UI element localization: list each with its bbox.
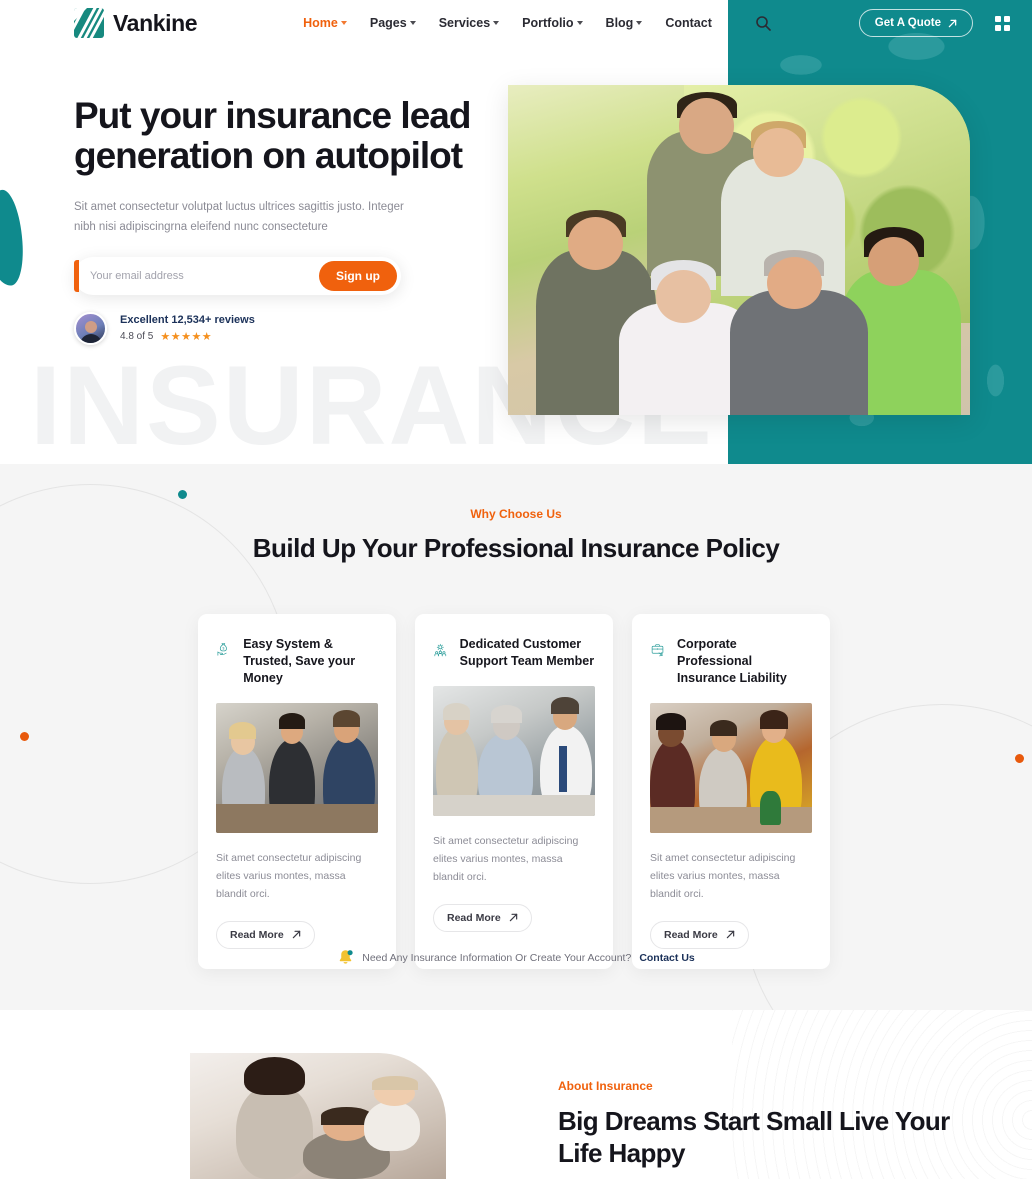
feature-cards: $ Easy System & Trusted, Save your Money — [198, 614, 830, 969]
reviewer-avatar — [74, 312, 107, 346]
read-more-label: Read More — [447, 911, 501, 924]
chevron-down-icon — [636, 21, 643, 25]
contact-us-link[interactable]: Contact Us — [639, 952, 694, 964]
nav-item-portfolio[interactable]: Portfolio — [522, 16, 583, 30]
card-header: $ Easy System & Trusted, Save your Money — [216, 636, 378, 687]
hero-content: Put your insurance lead generation on au… — [74, 95, 494, 346]
chevron-down-icon — [493, 21, 500, 25]
money-bag-hand-icon: $ — [217, 643, 227, 656]
briefcase-icon — [651, 644, 664, 657]
feature-card: Dedicated Customer Support Team Member S… — [415, 614, 613, 969]
main-navigation: Vankine Home Pages Services Portfolio Bl… — [0, 0, 1032, 46]
email-input[interactable] — [74, 270, 319, 283]
reviews-block: Excellent 12,534+ reviews 4.8 of 5 ★★★★★ — [74, 312, 494, 346]
bell-icon — [337, 948, 354, 967]
nav-item-label: Home — [303, 16, 338, 30]
signup-button[interactable]: Sign up — [319, 261, 397, 292]
page-root: INSURANCE Vankine Home Pages Services Po… — [0, 0, 1032, 1179]
card-header: Corporate Professional Insurance Liabili… — [650, 636, 812, 687]
arrow-up-right-icon — [948, 19, 957, 27]
card-image — [216, 702, 378, 833]
nav-item-pages[interactable]: Pages — [370, 16, 416, 30]
contact-notice-bar: Need Any Insurance Information Or Create… — [0, 948, 1032, 967]
nav-item-home[interactable]: Home — [303, 16, 347, 30]
nav-actions: Get A Quote — [858, 0, 1010, 46]
chevron-down-icon — [409, 21, 416, 25]
chevron-down-icon — [576, 21, 583, 25]
grid-menu-icon[interactable] — [995, 15, 1010, 31]
review-score: 4.8 of 5 — [120, 331, 154, 343]
email-signup-form: Sign up — [74, 257, 401, 296]
read-more-button[interactable]: Read More — [433, 903, 532, 932]
star-rating-icon: ★★★★★ — [160, 331, 213, 344]
nav-item-services[interactable]: Services — [438, 16, 500, 30]
chevron-down-icon — [340, 21, 347, 25]
dot-decoration — [178, 490, 187, 499]
arrow-up-right-icon — [726, 931, 734, 939]
about-eyebrow: About Insurance — [558, 1079, 653, 1093]
vankine-logo-icon — [74, 8, 104, 38]
read-more-button[interactable]: Read More — [650, 920, 749, 949]
nav-item-label: Contact — [665, 16, 712, 30]
dot-decoration — [20, 732, 29, 741]
card-title: Corporate Professional Insurance Liabili… — [677, 637, 787, 685]
arrow-up-right-icon — [292, 931, 300, 939]
read-more-button[interactable]: Read More — [216, 920, 315, 949]
nav-item-label: Services — [438, 16, 491, 30]
nav-item-contact[interactable]: Contact — [665, 16, 712, 30]
quote-button-label: Get A Quote — [874, 17, 941, 29]
card-description: Sit amet consectetur adipiscing elites v… — [433, 834, 579, 883]
about-content: About Insurance Big Dreams Start Small L… — [558, 1079, 958, 1179]
arrow-up-right-icon — [509, 914, 517, 922]
teal-leaf-decoration — [0, 188, 27, 288]
hero-family-image — [508, 85, 970, 415]
card-image — [433, 685, 595, 816]
hero-subtitle: Sit amet consectetur volutpat luctus ult… — [74, 200, 404, 234]
about-family-image — [190, 1053, 446, 1179]
nav-menu: Home Pages Services Portfolio Blog Conta… — [303, 15, 771, 31]
card-title: Easy System & Trusted, Save your Money — [243, 637, 356, 685]
brand-name: Vankine — [113, 9, 198, 36]
about-title: Big Dreams Start Small Live Your Life Ha… — [558, 1106, 950, 1169]
feature-card: $ Easy System & Trusted, Save your Money — [198, 614, 396, 969]
search-icon[interactable] — [755, 15, 771, 31]
feature-card: Corporate Professional Insurance Liabili… — [632, 614, 830, 969]
hero-title: Put your insurance lead generation on au… — [74, 95, 471, 176]
card-description: Sit amet consectetur adipiscing elites v… — [650, 851, 796, 900]
nav-item-label: Portfolio — [522, 16, 574, 30]
get-a-quote-button[interactable]: Get A Quote — [858, 9, 973, 37]
notice-text: Need Any Insurance Information Or Create… — [362, 951, 632, 964]
card-header: Dedicated Customer Support Team Member — [433, 636, 595, 670]
nav-item-label: Pages — [369, 16, 407, 30]
brand-logo[interactable]: Vankine — [74, 8, 198, 38]
review-title: Excellent 12,534+ reviews — [120, 314, 255, 327]
svg-text:$: $ — [222, 647, 224, 651]
card-description: Sit amet consectetur adipiscing elites v… — [216, 851, 362, 900]
review-rating-row: 4.8 of 5 ★★★★★ — [120, 330, 255, 343]
card-title: Dedicated Customer Support Team Member — [459, 637, 595, 668]
nav-item-label: Blog — [605, 16, 634, 30]
read-more-label: Read More — [230, 928, 284, 941]
read-more-label: Read More — [664, 928, 718, 941]
card-image — [650, 702, 812, 833]
dot-decoration — [1015, 754, 1024, 763]
hero-image-people — [508, 85, 970, 415]
hero-section: INSURANCE Vankine Home Pages Services Po… — [0, 0, 1032, 464]
nav-item-blog[interactable]: Blog — [606, 16, 643, 30]
support-team-gear-icon — [434, 643, 447, 657]
